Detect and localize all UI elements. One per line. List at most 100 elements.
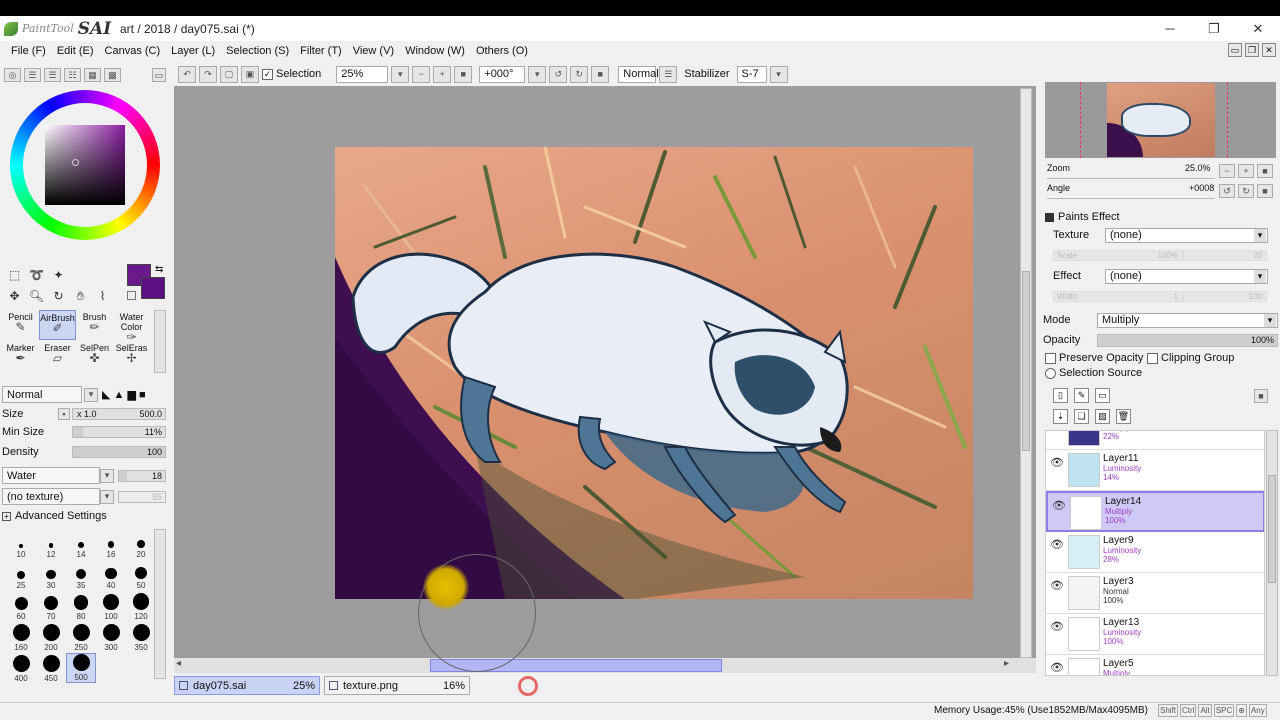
deselect-icon[interactable]: ▢ bbox=[220, 65, 238, 83]
rotate-reset-icon[interactable]: ■ bbox=[591, 65, 610, 83]
menu-file[interactable]: File (F) bbox=[6, 45, 52, 57]
menu-edit[interactable]: Edit (E) bbox=[52, 45, 100, 57]
brush-size-preset[interactable]: 300 bbox=[96, 622, 126, 652]
mdi-close-icon[interactable]: ✕ bbox=[1262, 43, 1276, 57]
brush-size-preset[interactable]: 100 bbox=[96, 591, 126, 621]
copy-layer-icon[interactable]: ❏ bbox=[1074, 409, 1089, 424]
layer-row[interactable]: 👁︎ Layer14 Multiply 100% bbox=[1046, 491, 1264, 532]
redo-icon[interactable]: ↷ bbox=[199, 65, 217, 83]
invert-selection-icon[interactable]: ▣ bbox=[241, 65, 259, 83]
min-size-slider[interactable]: 11% bbox=[72, 426, 166, 438]
pe-width-slider[interactable]: Width 1 bbox=[1053, 291, 1183, 302]
zoom-dropdown-icon[interactable]: ▾ bbox=[391, 65, 410, 83]
brush-size-preset[interactable]: 200 bbox=[36, 622, 66, 652]
preserve-opacity-checkbox[interactable] bbox=[1045, 352, 1056, 364]
mdi-minimize-icon[interactable]: ▭ bbox=[1228, 43, 1242, 57]
visibility-eye-icon[interactable]: 👁︎ bbox=[1050, 661, 1064, 674]
tab-day075[interactable]: day075.sai 25% bbox=[174, 676, 320, 695]
new-linework-layer-icon[interactable]: ✎ bbox=[1074, 388, 1089, 403]
canvas-vertical-scrollbar[interactable] bbox=[1020, 88, 1032, 658]
visibility-eye-icon[interactable]: 👁︎ bbox=[1050, 620, 1064, 633]
pe-scale-num[interactable]: 20 bbox=[1183, 250, 1267, 261]
preserve-opacity-option[interactable]: Preserve Opacity bbox=[1045, 352, 1143, 364]
brush-size-preset[interactable]: 80 bbox=[66, 591, 96, 621]
size-slider[interactable]: x 1.0 500.0 bbox=[72, 408, 166, 420]
brush-size-preset[interactable]: 350 bbox=[126, 622, 156, 652]
zoom-in-icon[interactable]: + bbox=[433, 65, 452, 83]
mixer-tab-icon[interactable]: ☷ bbox=[64, 68, 81, 82]
zoom-out-icon[interactable]: − bbox=[412, 65, 431, 83]
swap-colors-icon[interactable]: ⇆ bbox=[155, 264, 163, 275]
close-button[interactable]: ✕ bbox=[1236, 16, 1280, 41]
brush-size-preset[interactable]: 40 bbox=[96, 560, 126, 590]
layer-row[interactable]: 👁︎ Layer9 Luminosity 28% bbox=[1046, 532, 1264, 573]
layer-row[interactable]: 👁︎ Layer11 Luminosity 14% bbox=[1046, 450, 1264, 491]
nav-rotate-reset-icon[interactable]: ■ bbox=[1257, 184, 1273, 198]
brush-size-preset[interactable]: 16 bbox=[96, 529, 126, 559]
brush-size-preset[interactable]: 12 bbox=[36, 529, 66, 559]
brush-size-preset[interactable]: 10 bbox=[6, 529, 36, 559]
saturation-value-square[interactable] bbox=[45, 125, 125, 205]
density-slider[interactable]: 100 bbox=[72, 446, 166, 458]
rotate-left-icon[interactable]: ↺ bbox=[549, 65, 568, 83]
new-layer-icon[interactable]: ▯ bbox=[1053, 388, 1068, 403]
nav-angle-slider[interactable] bbox=[1047, 192, 1215, 199]
menu-canvas[interactable]: Canvas (C) bbox=[100, 45, 167, 57]
pe-texture-select[interactable]: (none) bbox=[1105, 228, 1268, 243]
clipping-group-checkbox[interactable] bbox=[1147, 352, 1158, 364]
color-wheel-tab-icon[interactable]: ◎ bbox=[4, 68, 21, 82]
pe-width-num[interactable]: 100 bbox=[1183, 291, 1267, 302]
mdi-restore-icon[interactable]: ❐ bbox=[1245, 43, 1259, 57]
layer-opacity-slider[interactable]: 100% bbox=[1097, 334, 1278, 347]
canvas-view[interactable] bbox=[174, 86, 1036, 658]
clipping-group-option[interactable]: Clipping Group bbox=[1147, 352, 1234, 364]
transparent-color-icon[interactable] bbox=[127, 291, 136, 300]
magic-wand-icon[interactable]: ✦ bbox=[48, 265, 69, 285]
brush-blend-select[interactable]: Normal bbox=[2, 386, 82, 403]
secondary-color-swatch[interactable] bbox=[141, 277, 165, 299]
brush-texture-select[interactable]: (no texture) bbox=[2, 488, 100, 505]
brush-size-preset[interactable]: 60 bbox=[6, 591, 36, 621]
brush-size-preset[interactable]: 35 bbox=[66, 560, 96, 590]
brush-size-preset[interactable]: 400 bbox=[6, 653, 36, 683]
menu-window[interactable]: Window (W) bbox=[400, 45, 471, 57]
panel-collapse-icon[interactable]: ▭ bbox=[152, 68, 166, 82]
brush-size-preset[interactable]: 50 bbox=[126, 560, 156, 590]
rotate-right-icon[interactable]: ↻ bbox=[570, 65, 589, 83]
selection-checkbox[interactable]: ✓ bbox=[262, 68, 273, 80]
pe-scale-slider[interactable]: Scale 100% bbox=[1053, 250, 1183, 261]
water-select[interactable]: Water bbox=[2, 467, 100, 484]
layer-panel-menu-icon[interactable]: ■ bbox=[1254, 389, 1268, 403]
record-icon[interactable] bbox=[518, 676, 538, 696]
water-dropdown-icon[interactable]: ▾ bbox=[100, 468, 114, 483]
lasso-icon[interactable]: ➰ bbox=[26, 265, 47, 285]
brush-tool-7[interactable]: SelEras ✢ bbox=[113, 341, 150, 371]
new-folder-icon[interactable]: ▭ bbox=[1095, 388, 1110, 403]
rgb-slider-tab-icon[interactable]: ☰ bbox=[24, 68, 41, 82]
minimize-button[interactable]: ─ bbox=[1148, 16, 1192, 41]
eyedropper-icon[interactable]: ⌇ bbox=[92, 286, 113, 306]
move-icon[interactable]: ✥ bbox=[4, 286, 25, 306]
layer-row[interactable]: 👁︎Multiply22% bbox=[1046, 431, 1264, 450]
menu-view[interactable]: View (V) bbox=[348, 45, 400, 57]
brush-tool-3[interactable]: Water Color ✑ bbox=[113, 310, 150, 343]
brush-size-preset[interactable]: 70 bbox=[36, 591, 66, 621]
brush-size-preset[interactable]: 500 bbox=[66, 653, 96, 683]
color-picker-dot[interactable] bbox=[72, 159, 79, 166]
brush-grid-scrollbar[interactable] bbox=[154, 310, 166, 373]
scratchpad-tab-icon[interactable]: ▩ bbox=[104, 68, 121, 82]
visibility-eye-icon[interactable]: 👁︎ bbox=[1050, 456, 1064, 469]
layer-list-scrollbar[interactable] bbox=[1266, 430, 1278, 676]
menu-filter[interactable]: Filter (T) bbox=[295, 45, 348, 57]
stabilizer-field[interactable]: S-7 bbox=[736, 65, 767, 83]
brush-texture-dropdown-icon[interactable]: ▾ bbox=[100, 489, 114, 504]
swatches-tab-icon[interactable]: ▦ bbox=[84, 68, 101, 82]
menu-selection[interactable]: Selection (S) bbox=[221, 45, 295, 57]
flip-icon[interactable]: ☰ bbox=[659, 65, 678, 83]
brush-size-preset[interactable]: 25 bbox=[6, 560, 36, 590]
clear-layer-icon[interactable]: ▨ bbox=[1095, 409, 1110, 424]
brush-size-preset[interactable]: 14 bbox=[66, 529, 96, 559]
nav-zoom-reset-icon[interactable]: ■ bbox=[1257, 164, 1273, 178]
undo-icon[interactable]: ↶ bbox=[178, 65, 196, 83]
brush-size-preset[interactable]: 160 bbox=[6, 622, 36, 652]
